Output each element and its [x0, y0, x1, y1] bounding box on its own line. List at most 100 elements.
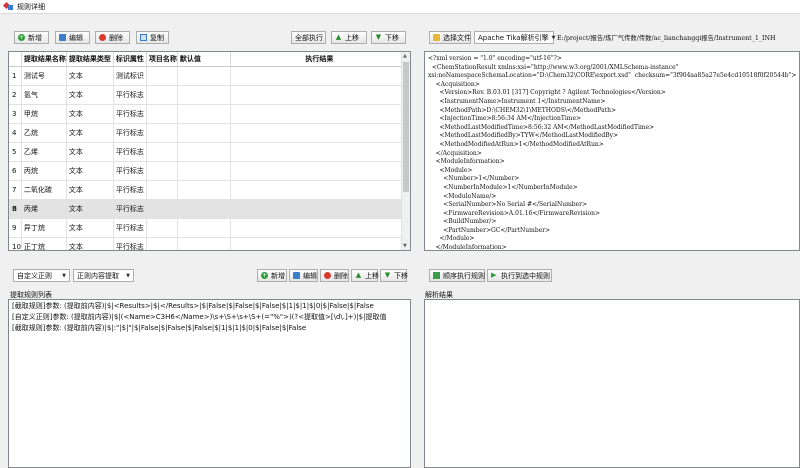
table-cell[interactable]: [177, 218, 231, 238]
table-cell[interactable]: 甲烷: [21, 104, 67, 124]
result-panel[interactable]: [424, 299, 800, 468]
table-cell[interactable]: 平行标志: [113, 142, 147, 162]
table-cell[interactable]: [146, 180, 178, 200]
row-index[interactable]: 9: [9, 218, 22, 238]
table-cell[interactable]: [146, 123, 178, 143]
table-cell[interactable]: 正丁烷: [21, 237, 67, 250]
rule-line[interactable]: [截取规则]参数: (提取前内容)|$|:"|$|"|$|False|$|Fal…: [9, 323, 410, 334]
rule-move-down-button[interactable]: ▼ 下移: [380, 269, 408, 282]
table-cell[interactable]: [146, 85, 178, 105]
rule-move-up-button[interactable]: ▲ 上移: [351, 269, 379, 282]
row-index[interactable]: 1: [9, 66, 22, 86]
table-cell[interactable]: 丙烯: [21, 199, 67, 219]
table-cell[interactable]: 平行标志: [113, 180, 147, 200]
table-cell[interactable]: [146, 104, 178, 124]
row-index[interactable]: 5: [9, 142, 22, 162]
rule-type-select[interactable]: 自定义正则 ▼: [13, 269, 70, 282]
table-cell[interactable]: 文本: [66, 104, 114, 124]
table-cell[interactable]: [146, 237, 178, 250]
table-cell[interactable]: [230, 104, 407, 124]
table-cell[interactable]: [146, 142, 178, 162]
table-cell[interactable]: [230, 218, 407, 238]
table-cell[interactable]: [146, 199, 178, 219]
table-row[interactable]: 10 正丁烷 文本 平行标志: [9, 237, 407, 250]
table-cell[interactable]: [177, 85, 231, 105]
column-header[interactable]: 执行结果: [230, 52, 407, 67]
table-cell[interactable]: 平行标志: [113, 199, 147, 219]
table-cell[interactable]: [177, 104, 231, 124]
table-cell[interactable]: 文本: [66, 123, 114, 143]
table-cell[interactable]: 平行标志: [113, 85, 147, 105]
rule-add-button[interactable]: + 新增: [257, 269, 287, 282]
table-cell[interactable]: 异丁烷: [21, 218, 67, 238]
table-cell[interactable]: 平行标志: [113, 161, 147, 181]
table-row[interactable]: 9 异丁烷 文本 平行标志: [9, 218, 407, 238]
run-selected-button[interactable]: ▶ 执行到选中规则: [487, 269, 552, 282]
xml-preview[interactable]: <?xml version = "1.0" encoding="utf-16"?…: [424, 51, 800, 251]
column-header[interactable]: 提取结果类型: [66, 52, 114, 67]
rules-list[interactable]: [截取规则]参数: (提取前内容)|$|<Results>|$|</Result…: [8, 299, 411, 468]
add-button[interactable]: + 新增: [14, 31, 49, 44]
grid-scrollbar[interactable]: ▲ ▼: [401, 52, 410, 250]
row-index[interactable]: 10: [9, 237, 22, 250]
table-cell[interactable]: [230, 85, 407, 105]
table-cell[interactable]: 乙烷: [21, 123, 67, 143]
table-cell[interactable]: 平行标志: [113, 104, 147, 124]
table-cell[interactable]: 文本: [66, 85, 114, 105]
rule-line[interactable]: [截取规则]参数: (提取前内容)|$|<Results>|$|</Result…: [9, 301, 410, 312]
table-cell[interactable]: [177, 142, 231, 162]
table-cell[interactable]: 文本: [66, 161, 114, 181]
table-row[interactable]: 4 乙烷 文本 平行标志: [9, 123, 407, 143]
table-cell[interactable]: [177, 123, 231, 143]
table-cell[interactable]: 二氧化碳: [21, 180, 67, 200]
table-cell[interactable]: [146, 218, 178, 238]
table-cell[interactable]: 氢气: [21, 85, 67, 105]
table-cell[interactable]: [177, 66, 231, 86]
table-cell[interactable]: [230, 66, 407, 86]
row-index[interactable]: 4: [9, 123, 22, 143]
table-cell[interactable]: [230, 237, 407, 250]
column-header[interactable]: 标识属性: [113, 52, 147, 67]
table-cell[interactable]: [177, 237, 231, 250]
column-header[interactable]: [9, 52, 22, 67]
table-cell[interactable]: [230, 199, 407, 219]
table-cell[interactable]: 乙烯: [21, 142, 67, 162]
row-index[interactable]: 7: [9, 180, 22, 200]
choose-file-button[interactable]: 选择文件: [429, 31, 471, 44]
table-cell[interactable]: 文本: [66, 237, 114, 250]
move-up-button[interactable]: ▲ 上移: [331, 31, 367, 44]
table-row[interactable]: 6 丙烷 文本 平行标志: [9, 161, 407, 181]
delete-button[interactable]: 删除: [95, 31, 130, 44]
run-sequence-button[interactable]: 顺序执行规则: [429, 269, 485, 282]
table-cell[interactable]: 文本: [66, 199, 114, 219]
move-down-button[interactable]: ▼ 下移: [371, 31, 406, 44]
rule-edit-button[interactable]: 编辑: [289, 269, 318, 282]
copy-button[interactable]: 复制: [136, 31, 169, 44]
column-header[interactable]: 项目名称: [146, 52, 178, 67]
table-cell[interactable]: [146, 161, 178, 181]
table-cell[interactable]: 文本: [66, 66, 114, 86]
column-header[interactable]: 默认值: [177, 52, 231, 67]
table-cell[interactable]: 丙烷: [21, 161, 67, 181]
row-index[interactable]: 6: [9, 161, 22, 181]
row-index[interactable]: 3: [9, 104, 22, 124]
table-row[interactable]: 3 甲烷 文本 平行标志: [9, 104, 407, 124]
table-cell[interactable]: 平行标志: [113, 218, 147, 238]
scroll-down-icon[interactable]: ▼: [403, 243, 407, 249]
table-cell[interactable]: 平行标志: [113, 123, 147, 143]
run-all-button[interactable]: 全部执行: [291, 31, 326, 44]
table-cell[interactable]: 文本: [66, 218, 114, 238]
extract-mode-select[interactable]: 正则内容提取 ▼: [73, 269, 134, 282]
rule-line[interactable]: [自定义正则]参数: (提取前内容)|$|(<Name>C3H6</Name>)…: [9, 312, 410, 323]
edit-button[interactable]: 编辑: [55, 31, 90, 44]
table-cell[interactable]: [177, 199, 231, 219]
table-cell[interactable]: [230, 161, 407, 181]
table-cell[interactable]: 测试标识: [113, 66, 147, 86]
table-cell[interactable]: 文本: [66, 180, 114, 200]
table-cell[interactable]: [177, 180, 231, 200]
table-row[interactable]: 8 丙烯 文本 平行标志: [9, 199, 407, 219]
scrollbar-thumb[interactable]: [403, 62, 409, 192]
table-cell[interactable]: [177, 161, 231, 181]
table-cell[interactable]: [146, 66, 178, 86]
table-cell[interactable]: [230, 123, 407, 143]
